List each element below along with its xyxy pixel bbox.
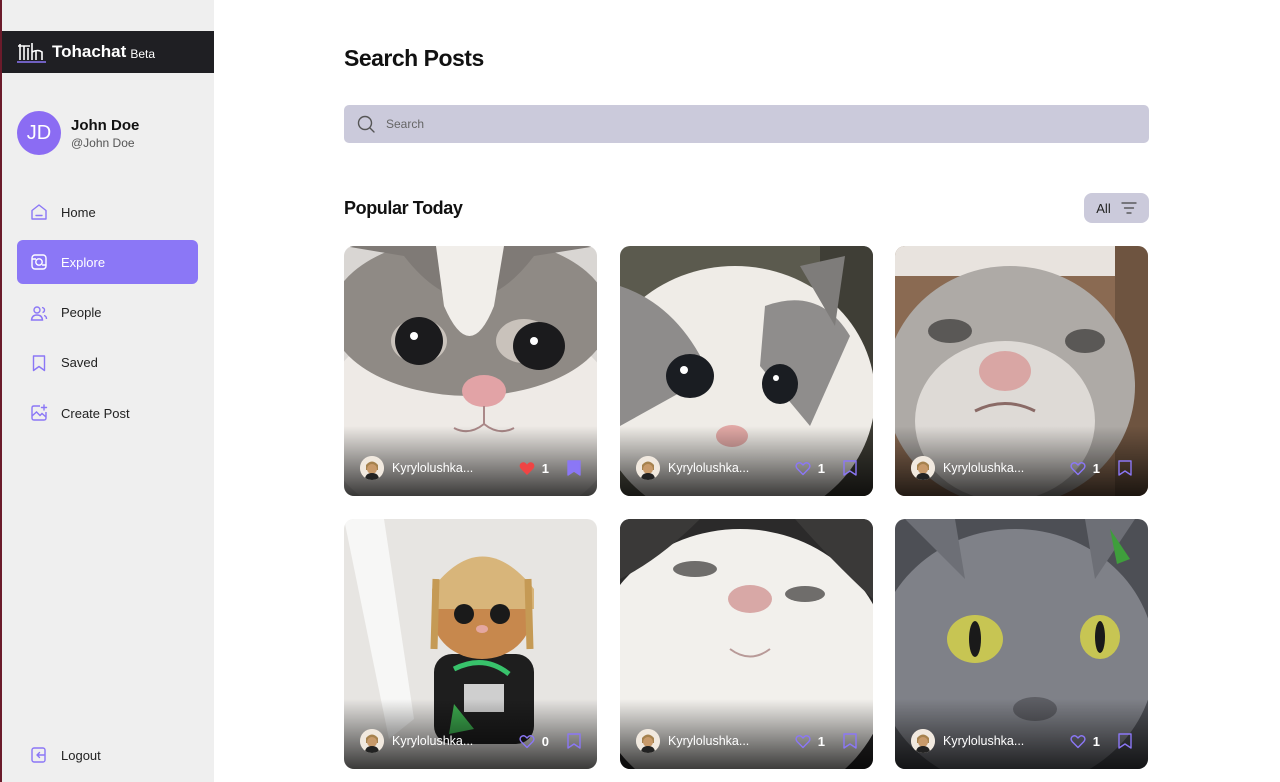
author-avatar[interactable] [911, 456, 935, 480]
explore-icon [31, 254, 47, 270]
sidebar-item-label: People [61, 305, 102, 321]
app-window: Tohachat Beta JD John Doe @John Doe Home [0, 0, 1280, 782]
post-card[interactable]: Kyrylolushka... 1 [620, 519, 873, 769]
filter-button[interactable]: All [1084, 193, 1149, 223]
page-title: Search Posts [344, 45, 484, 71]
post-card[interactable]: Kyrylolushka... 1 [895, 246, 1148, 496]
sidebar-item-saved[interactable]: Saved [17, 341, 198, 385]
sidebar-nav: Home Explore People Saved Create Post [17, 190, 198, 441]
search-input[interactable] [386, 117, 1086, 131]
sidebar-item-explore[interactable]: Explore [17, 240, 198, 285]
tohachat-logo-icon [17, 43, 46, 63]
post-card[interactable]: Kyrylolushka... 1 [895, 519, 1148, 769]
like-button[interactable]: 1 [1070, 461, 1100, 476]
post-author[interactable]: Kyrylolushka... [943, 461, 1070, 475]
bookmark-filled-icon[interactable] [567, 460, 581, 476]
sidebar-item-label: Saved [61, 355, 98, 371]
sidebar-item-label: Explore [61, 254, 106, 270]
like-count: 0 [541, 733, 549, 749]
sidebar-item-create-post[interactable]: Create Post [17, 391, 198, 435]
heart-outline-icon [1070, 461, 1086, 475]
bookmark-icon[interactable] [843, 460, 857, 476]
like-button[interactable]: 0 [519, 734, 549, 749]
like-count: 1 [541, 460, 549, 476]
logout-label: Logout [61, 747, 101, 763]
like-button[interactable]: 1 [519, 461, 549, 476]
heart-outline-icon [795, 734, 811, 748]
bookmark-icon [32, 355, 46, 372]
beta-badge: Beta [130, 46, 155, 61]
bookmark-icon[interactable] [1118, 733, 1132, 749]
like-count: 1 [817, 733, 825, 749]
brand-bar[interactable]: Tohachat Beta [2, 31, 214, 73]
app-name: Tohachat [52, 42, 127, 61]
heart-outline-icon [1070, 734, 1086, 748]
bookmark-icon[interactable] [567, 733, 581, 749]
post-meta: Kyrylolushka... 0 [360, 729, 581, 753]
like-button[interactable]: 1 [795, 461, 825, 476]
filter-icon [1121, 202, 1137, 214]
logout-button[interactable]: Logout [29, 745, 101, 765]
bookmark-icon[interactable] [843, 733, 857, 749]
like-button[interactable]: 1 [795, 734, 825, 749]
like-count: 1 [1092, 460, 1100, 476]
post-card[interactable]: Kyrylolushka... 0 [344, 519, 597, 769]
filter-label: All [1096, 200, 1111, 216]
logout-icon [31, 747, 46, 763]
avatar: JD [17, 111, 61, 155]
sidebar-item-label: Create Post [61, 405, 130, 421]
author-avatar[interactable] [636, 729, 660, 753]
post-author[interactable]: Kyrylolushka... [392, 461, 519, 475]
post-meta: Kyrylolushka... 1 [360, 456, 581, 480]
heart-filled-icon [519, 461, 535, 475]
sidebar-item-label: Home [61, 204, 96, 220]
like-count: 1 [1092, 733, 1100, 749]
like-button[interactable]: 1 [1070, 734, 1100, 749]
user-profile[interactable]: JD John Doe @John Doe [17, 111, 139, 155]
section-title: Popular Today [344, 198, 463, 218]
sidebar: Tohachat Beta JD John Doe @John Doe Home [2, 0, 214, 782]
heart-outline-icon [519, 734, 535, 748]
like-count: 1 [817, 460, 825, 476]
user-name: John Doe [71, 116, 140, 134]
post-author[interactable]: Kyrylolushka... [392, 734, 519, 748]
search-bar[interactable] [344, 105, 1149, 143]
sidebar-item-people[interactable]: People [17, 291, 198, 335]
post-meta: Kyrylolushka... 1 [636, 729, 857, 753]
bookmark-icon[interactable] [1118, 460, 1132, 476]
home-icon [31, 204, 47, 220]
people-icon [30, 305, 48, 321]
sidebar-top-band [2, 0, 214, 31]
post-card[interactable]: Kyrylolushka... 1 [620, 246, 873, 496]
post-author[interactable]: Kyrylolushka... [943, 734, 1070, 748]
post-author[interactable]: Kyrylolushka... [668, 461, 795, 475]
post-card[interactable]: Kyrylolushka... 1 [344, 246, 597, 496]
user-handle: @John Doe [71, 135, 135, 150]
search-icon [357, 115, 375, 133]
heart-outline-icon [795, 461, 811, 475]
author-avatar[interactable] [360, 456, 384, 480]
create-post-icon [31, 404, 48, 421]
author-avatar[interactable] [911, 729, 935, 753]
post-author[interactable]: Kyrylolushka... [668, 734, 795, 748]
author-avatar[interactable] [360, 729, 384, 753]
post-meta: Kyrylolushka... 1 [636, 456, 857, 480]
sidebar-item-home[interactable]: Home [17, 190, 198, 234]
author-avatar[interactable] [636, 456, 660, 480]
post-meta: Kyrylolushka... 1 [911, 456, 1132, 480]
post-meta: Kyrylolushka... 1 [911, 729, 1132, 753]
